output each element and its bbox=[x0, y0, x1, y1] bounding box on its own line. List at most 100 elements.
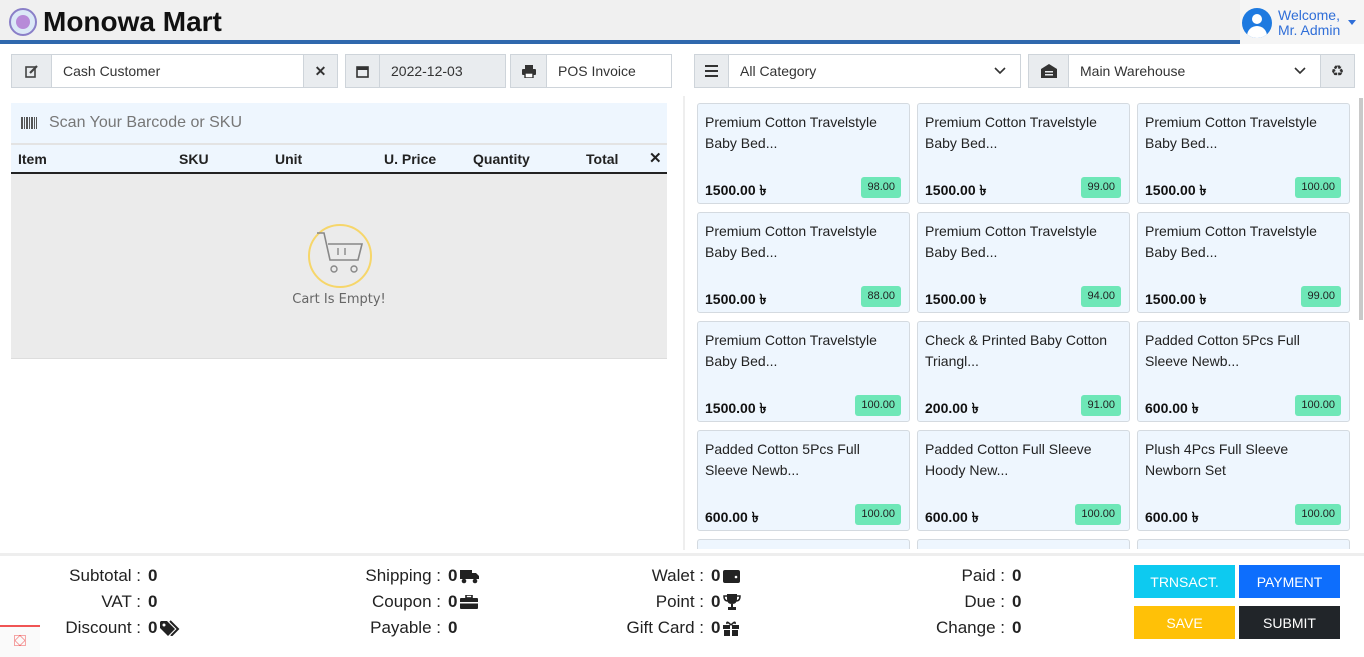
stock-badge: 100.00 bbox=[1295, 395, 1341, 416]
user-menu[interactable]: Welcome, Mr. Admin bbox=[1240, 0, 1364, 44]
product-card[interactable] bbox=[917, 539, 1130, 549]
product-price: 1500.00 ৳ bbox=[925, 182, 987, 198]
caret-down-icon bbox=[1348, 20, 1356, 25]
product-card[interactable]: Premium Cotton Travelstyle Baby Bed... 150… bbox=[697, 212, 910, 313]
product-card[interactable]: Premium Cotton Travelstyle Baby Bed... 150… bbox=[1137, 212, 1350, 313]
product-card[interactable]: Padded Cotton 5Pcs Full Sleeve Newb... 600… bbox=[697, 430, 910, 531]
payable-label: Payable : bbox=[370, 618, 441, 637]
product-card[interactable]: Premium Cotton Travelstyle Baby Bed... 150… bbox=[697, 321, 910, 422]
stock-badge: 88.00 bbox=[861, 286, 901, 307]
cart-table-header: Item SKU Unit U. Price Quantity Total ✕ bbox=[11, 143, 667, 174]
product-card[interactable]: Padded Cotton Full Sleeve Hoody New... 600… bbox=[917, 430, 1130, 531]
wallet-value: 0 bbox=[711, 566, 741, 586]
panel-divider bbox=[683, 96, 685, 550]
stock-badge: 100.00 bbox=[1075, 504, 1121, 525]
product-price: 1500.00 ৳ bbox=[705, 400, 767, 416]
giftcard-value: 0 bbox=[711, 618, 740, 638]
submit-button[interactable]: SUBMIT bbox=[1239, 606, 1340, 639]
product-card[interactable]: Check & Printed Baby Cotton Triangl... 200… bbox=[917, 321, 1130, 422]
summary-footer: Subtotal :0 VAT :0 Discount :0 Shipping :0C… bbox=[0, 553, 1364, 657]
col-quantity: Quantity bbox=[473, 151, 530, 167]
payment-button[interactable]: PAYMENT bbox=[1239, 565, 1340, 598]
giftcard-label: Gift Card : bbox=[626, 618, 704, 637]
change-amount: 0 bbox=[1012, 618, 1022, 637]
invoice-type-value[interactable]: POS Invoice bbox=[547, 55, 671, 87]
product-card[interactable]: Premium Cotton Travelstyle Baby Bed... 150… bbox=[697, 103, 910, 204]
user-name: Mr. Admin bbox=[1278, 22, 1341, 38]
product-name-line2: Baby Bed... bbox=[1145, 244, 1218, 260]
refresh-button[interactable]: ♻ bbox=[1320, 55, 1354, 87]
logo-icon bbox=[9, 8, 37, 36]
barcode-scan-input[interactable]: Scan Your Barcode or SKU bbox=[11, 103, 667, 143]
cart-panel: Scan Your Barcode or SKU Item SKU Unit U… bbox=[11, 103, 667, 359]
print-icon[interactable] bbox=[511, 55, 547, 87]
product-name: Premium Cotton Travelstyle Baby Bed... bbox=[1145, 221, 1340, 263]
product-name: Premium Cotton Travelstyle Baby Bed... bbox=[925, 112, 1120, 154]
clear-cart-icon[interactable]: ✕ bbox=[649, 149, 662, 167]
edit-customer-button[interactable] bbox=[12, 55, 52, 87]
stock-badge: 94.00 bbox=[1081, 286, 1121, 307]
clear-customer-button[interactable]: ✕ bbox=[303, 55, 337, 87]
paid-amount: 0 bbox=[1012, 566, 1022, 585]
debugbar-logo-icon[interactable]: ⛋ bbox=[0, 625, 40, 657]
subtotal-label: Subtotal : bbox=[69, 566, 141, 585]
product-card[interactable] bbox=[697, 539, 910, 549]
shipping-value: 0 bbox=[448, 566, 480, 586]
cart-empty-state: Cart Is Empty! bbox=[11, 174, 667, 359]
product-name: Premium Cotton Travelstyle Baby Bed... bbox=[925, 221, 1120, 263]
col-sku: SKU bbox=[179, 151, 209, 167]
product-card[interactable]: Plush 4Pcs Full Sleeve Newborn Set 600.00 … bbox=[1137, 430, 1350, 531]
product-name-line1: Premium Cotton Travelstyle bbox=[705, 223, 877, 239]
warehouse-icon bbox=[1029, 55, 1069, 87]
subtotal-value: 0 bbox=[148, 566, 157, 586]
point-value: 0 bbox=[711, 592, 742, 612]
product-name-line1: Check & Printed Baby Cotton bbox=[925, 332, 1108, 348]
product-name-line1: Premium Cotton Travelstyle bbox=[925, 114, 1097, 130]
vat-value: 0 bbox=[148, 592, 157, 612]
chevron-down-icon[interactable] bbox=[1280, 55, 1320, 87]
category-select[interactable]: All Category bbox=[694, 54, 1021, 88]
point-label: Point : bbox=[655, 592, 704, 611]
shipping-icon bbox=[460, 569, 480, 584]
top-navbar: Monowa Mart Welcome, Mr. Admin bbox=[0, 0, 1364, 44]
coupon-icon bbox=[460, 595, 479, 609]
product-name-line2: Baby Bed... bbox=[705, 135, 778, 151]
date-input[interactable]: 2022-12-03 bbox=[380, 55, 505, 87]
brand[interactable]: Monowa Mart bbox=[9, 6, 222, 38]
product-name: Padded Cotton 5Pcs Full Sleeve Newb... bbox=[705, 439, 900, 481]
product-grid: Premium Cotton Travelstyle Baby Bed... 150… bbox=[697, 103, 1350, 549]
wallet-amount: 0 bbox=[711, 566, 721, 585]
product-card[interactable]: Premium Cotton Travelstyle Baby Bed... 150… bbox=[917, 212, 1130, 313]
coupon-amount: 0 bbox=[448, 592, 458, 611]
warehouse-value[interactable]: Main Warehouse bbox=[1069, 55, 1280, 87]
category-value: All Category bbox=[740, 63, 817, 79]
stock-badge: 100.00 bbox=[1295, 177, 1341, 198]
product-price: 1500.00 ৳ bbox=[705, 291, 767, 307]
product-name-line1: Padded Cotton 5Pcs Full bbox=[705, 441, 860, 457]
wallet-icon bbox=[723, 569, 741, 583]
save-button[interactable]: SAVE bbox=[1134, 606, 1235, 639]
product-name-line2: Baby Bed... bbox=[705, 353, 778, 369]
stock-badge: 98.00 bbox=[861, 177, 901, 198]
due-value: 0 bbox=[1012, 592, 1021, 612]
customer-input[interactable]: Cash Customer bbox=[52, 55, 303, 87]
stock-badge: 100.00 bbox=[855, 504, 901, 525]
shipping-amount: 0 bbox=[448, 566, 458, 585]
app-title: Monowa Mart bbox=[43, 6, 222, 37]
product-card[interactable] bbox=[1137, 539, 1350, 549]
scan-placeholder: Scan Your Barcode or SKU bbox=[49, 114, 243, 131]
warehouse-select: Main Warehouse ♻ bbox=[1028, 54, 1355, 88]
product-card[interactable]: Premium Cotton Travelstyle Baby Bed... 150… bbox=[917, 103, 1130, 204]
customer-selector: Cash Customer ✕ bbox=[11, 54, 338, 88]
welcome-label: Welcome, bbox=[1278, 7, 1340, 23]
transaction-button[interactable]: TRNSACT. bbox=[1134, 565, 1235, 598]
col-item: Item bbox=[18, 151, 47, 167]
product-name-line2: Newborn Set bbox=[1145, 462, 1226, 478]
invoice-type-field: POS Invoice bbox=[510, 54, 672, 88]
paid-label: Paid : bbox=[961, 566, 1005, 585]
giftcard-icon bbox=[723, 621, 740, 636]
shipping-label: Shipping : bbox=[365, 566, 441, 585]
product-card[interactable]: Premium Cotton Travelstyle Baby Bed... 150… bbox=[1137, 103, 1350, 204]
product-grid-scrollbar[interactable] bbox=[1359, 98, 1363, 320]
product-card[interactable]: Padded Cotton 5Pcs Full Sleeve Newb... 600… bbox=[1137, 321, 1350, 422]
